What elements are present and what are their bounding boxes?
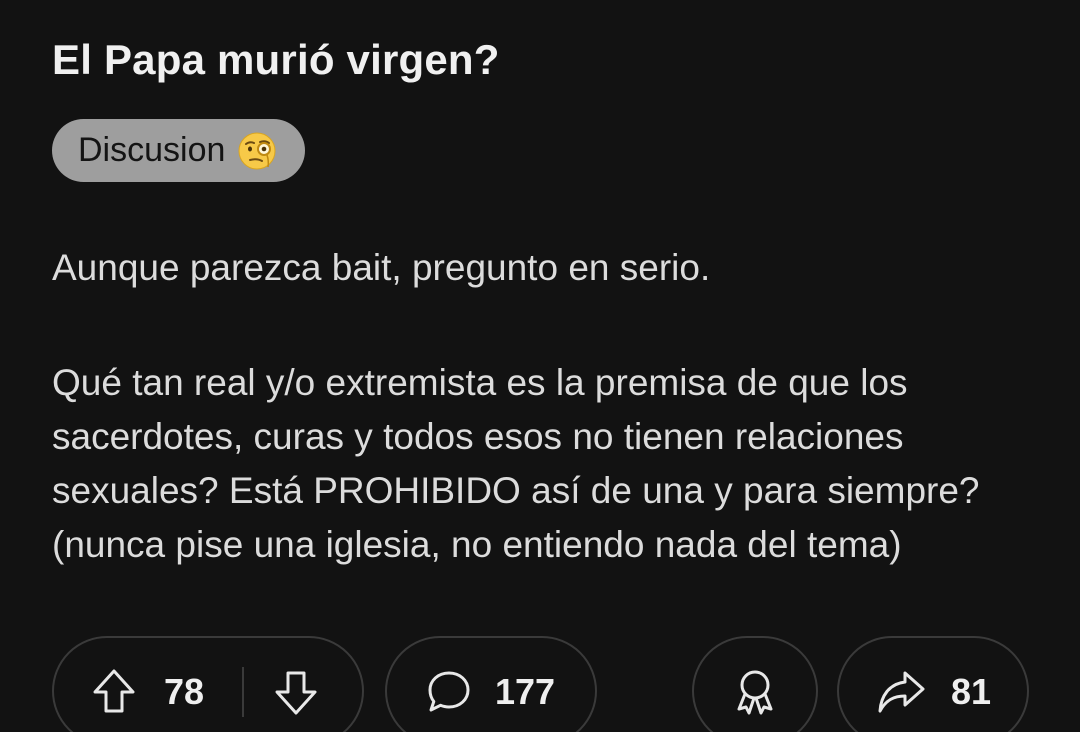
post-body-paragraph: Qué tan real y/o extremista es la premis… <box>52 362 980 565</box>
comments-button[interactable]: 177 <box>385 636 597 732</box>
share-arrow-icon <box>875 667 927 717</box>
comment-count: 177 <box>495 671 556 712</box>
vote-bar: 78 <box>52 636 364 732</box>
flair-label: Discusion <box>78 131 226 169</box>
share-count: 81 <box>951 671 992 712</box>
share-button[interactable]: 81 <box>837 636 1029 732</box>
arrow-down-icon[interactable] <box>272 667 320 717</box>
post-body-paragraph: Aunque parezca bait, pregunto en serio. <box>52 247 711 288</box>
flair-badge[interactable]: Discusion <box>52 119 306 182</box>
upvote-count: 78 <box>164 671 205 712</box>
post-title[interactable]: El Papa murió virgen? <box>52 36 500 84</box>
award-button[interactable] <box>692 636 818 732</box>
award-ribbon-icon <box>731 667 779 717</box>
speech-bubble-icon <box>425 667 473 717</box>
face-with-monocle-icon <box>237 131 277 171</box>
arrow-up-icon[interactable] <box>90 667 138 717</box>
vote-divider <box>242 667 245 717</box>
